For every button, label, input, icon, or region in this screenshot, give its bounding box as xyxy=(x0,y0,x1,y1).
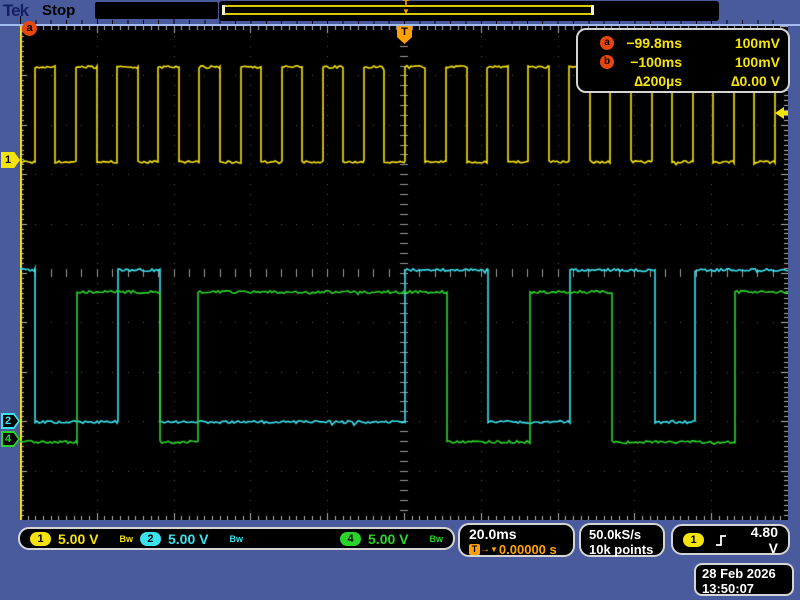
channel-4-marker-label: 4 xyxy=(1,431,15,447)
sample-rate: 50.0kS/s xyxy=(589,527,663,542)
cursor-b-row-badge: b xyxy=(600,55,614,69)
trigger-readout-box[interactable]: 1 4.80 V xyxy=(671,524,790,555)
channel-4-scale: 5.00 V xyxy=(368,531,408,547)
horizontal-position: T→▼0.00000 s xyxy=(469,542,573,557)
channel-4-bandwidth-icon: Bw xyxy=(430,534,444,544)
down-caret-icon: ▼ xyxy=(490,545,498,555)
cursor-a-badge[interactable]: a xyxy=(22,21,37,36)
rising-edge-icon xyxy=(713,532,729,548)
cursor-b-value: 100mV xyxy=(708,54,780,70)
cursor-readout-box: a −99.8ms 100mV b −100ms 100mV ∆200µs ∆0… xyxy=(576,28,790,93)
horizontal-position-value: 0.00000 s xyxy=(499,542,557,557)
record-bracket-right xyxy=(591,5,594,15)
channel-2-marker-label: 2 xyxy=(1,413,15,429)
cursor-delta-row-spacer xyxy=(600,74,614,88)
channel-4-badge[interactable]: 4 xyxy=(340,532,361,546)
trigger-t-box-icon: T xyxy=(469,544,480,555)
trigger-level-arrow-icon[interactable] xyxy=(775,107,784,119)
record-bracket-left xyxy=(222,5,225,15)
date-value: 28 Feb 2026 xyxy=(702,566,792,581)
horizontal-readout-box[interactable]: 20.0ms T→▼0.00000 s xyxy=(458,523,575,557)
graticule xyxy=(20,26,788,520)
cursor-b-time: −100ms xyxy=(614,54,708,70)
cursor-b-row: b −100ms 100mV xyxy=(584,52,780,71)
right-arrow-icon: → xyxy=(480,545,490,555)
channel-1-marker[interactable]: 1 xyxy=(1,152,20,168)
channel-1-marker-label: 1 xyxy=(1,152,15,168)
trigger-level-arrow-tail xyxy=(784,111,788,115)
trigger-caret-icon: ▼ xyxy=(399,9,413,15)
channel-readout-box[interactable]: 1 5.00 V Bw 2 5.00 V Bw 4 5.00 V Bw xyxy=(18,527,455,550)
cursor-delta-row: ∆200µs ∆0.00 V xyxy=(584,71,780,90)
channel-1-bandwidth-icon: Bw xyxy=(119,534,133,544)
trigger-position-marker[interactable]: T ▼ xyxy=(399,0,413,15)
cursor-a-row: a −99.8ms 100mV xyxy=(584,33,780,52)
cursor-a-row-badge: a xyxy=(600,36,614,50)
channel-1-badge[interactable]: 1 xyxy=(30,532,51,546)
cursor-a-value: 100mV xyxy=(708,35,780,51)
oscilloscope-screen: Tek Stop T ▼ a T 1 2 4 a −99.8ms xyxy=(0,0,800,600)
channel-2-marker[interactable]: 2 xyxy=(1,413,20,429)
cursor-delta-time: ∆200µs xyxy=(614,73,708,89)
top-tick-scale xyxy=(20,16,788,24)
channel-2-bandwidth-icon: Bw xyxy=(229,534,243,544)
channel-4-marker[interactable]: 4 xyxy=(1,431,20,447)
horizontal-scale: 20.0ms xyxy=(469,527,573,542)
trigger-level-value: 4.80 V xyxy=(738,524,778,556)
channel-2-badge[interactable]: 2 xyxy=(140,532,161,546)
acquisition-readout-box[interactable]: 50.0kS/s 10k points xyxy=(579,523,665,557)
time-value: 13:50:07 xyxy=(702,581,792,596)
trigger-source-badge: 1 xyxy=(683,533,704,547)
channel-2-scale: 5.00 V xyxy=(168,531,208,547)
record-length: 10k points xyxy=(589,542,663,557)
cursor-a-time: −99.8ms xyxy=(614,35,708,51)
cursor-delta-value: ∆0.00 V xyxy=(708,73,780,89)
datetime-box: 28 Feb 2026 13:50:07 xyxy=(694,563,794,596)
channel-1-scale: 5.00 V xyxy=(58,531,98,547)
waveform-canvas xyxy=(20,26,788,520)
